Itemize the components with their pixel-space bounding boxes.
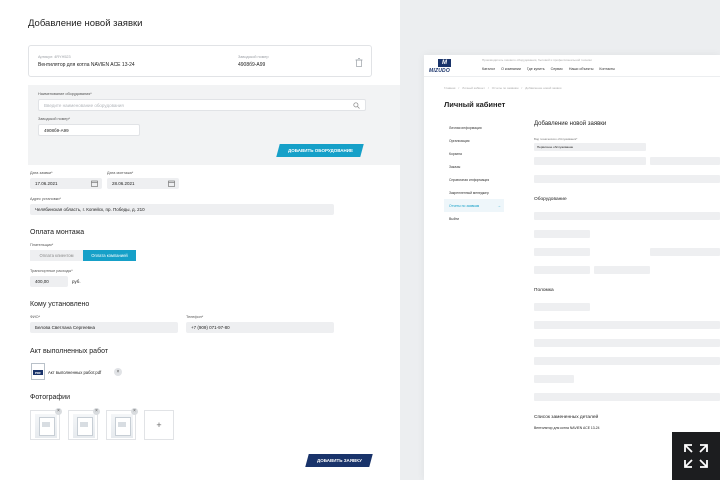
- phone-input[interactable]: +7 (909) 071-97-80: [186, 322, 334, 333]
- menu-item[interactable]: Организация: [444, 134, 504, 147]
- add-photo-button[interactable]: +: [144, 410, 174, 440]
- payer-label: Плательщик*: [30, 243, 54, 247]
- remove-photo-icon[interactable]: ×: [93, 408, 100, 415]
- transport-input[interactable]: 400,00: [30, 276, 68, 287]
- product-name: Вентилятор для котла NAVIEN ACE 13-24: [38, 61, 135, 68]
- page-title: Добавление новой заявки: [28, 18, 143, 29]
- section-replaced-parts: Список замененных деталей: [534, 415, 599, 420]
- pay-client-option[interactable]: Оплата клиентом: [30, 250, 83, 261]
- install-date-label: Дата монтажа*: [107, 171, 134, 175]
- nav-about[interactable]: О компании: [501, 67, 521, 71]
- add-equipment-button[interactable]: ДОБАВИТЬ ОБОРУДОВАНИЕ: [276, 144, 364, 157]
- mini-field[interactable]: [594, 266, 650, 274]
- equipment-block: Наименование оборудования* Введите наиме…: [28, 85, 400, 165]
- menu-item-active[interactable]: Отчеты по заявкам: [444, 199, 504, 212]
- mini-form-title: Добавление новой заявки: [534, 121, 607, 127]
- type-select[interactable]: Первичное обслуживание: [534, 143, 646, 151]
- equipment-serial-input[interactable]: 4908б9-А99: [38, 124, 140, 136]
- mini-field[interactable]: [534, 303, 590, 311]
- mini-field[interactable]: [534, 339, 720, 347]
- mini-field[interactable]: [650, 157, 720, 165]
- article-label: Артикул: 4RYH523: [38, 54, 71, 59]
- boiler-image: [35, 414, 57, 438]
- menu-item[interactable]: Корзина: [444, 147, 504, 160]
- equipment-serial-label: Заводской номер*: [38, 117, 71, 121]
- mini-field[interactable]: [534, 248, 590, 256]
- menu-item[interactable]: Справочная информация: [444, 173, 504, 186]
- mini-field[interactable]: [534, 212, 720, 220]
- calendar-icon[interactable]: [168, 180, 175, 187]
- currency-label: руб.: [72, 279, 81, 284]
- transport-label: Транспортные расходы*: [30, 269, 73, 273]
- menu-item[interactable]: Личная информация: [444, 121, 504, 134]
- expand-icon: [684, 444, 708, 468]
- section-breakdown: Поломка: [534, 288, 554, 293]
- mini-field[interactable]: [534, 375, 574, 383]
- site-preview: M MIZUDO Производитель газового оборудов…: [424, 55, 720, 480]
- act-title: Акт выполненных работ: [30, 348, 109, 355]
- serial-label: Заводской номер: [238, 54, 269, 59]
- mini-field[interactable]: [534, 175, 720, 183]
- payer-toggle: Оплата клиентом Оплата компанией: [30, 250, 136, 261]
- address-input[interactable]: Челябинская область, г. Копейск, пр. Поб…: [30, 204, 334, 215]
- mini-field[interactable]: [534, 393, 720, 401]
- menu-item[interactable]: Заказы: [444, 160, 504, 173]
- mizudo-logo[interactable]: M MIZUDO: [429, 59, 463, 75]
- product-card: Артикул: 4RYH523 Вентилятор для котла NA…: [28, 45, 372, 77]
- mini-field[interactable]: [650, 248, 720, 256]
- pdf-file-icon[interactable]: PDF: [31, 363, 45, 380]
- pay-company-option[interactable]: Оплата компанией: [83, 250, 136, 261]
- submit-request-button[interactable]: ДОБАВИТЬ ЗАЯВКУ: [305, 454, 373, 467]
- search-icon[interactable]: [353, 102, 360, 109]
- request-form-panel: Добавление новой заявки Артикул: 4RYH523…: [0, 0, 400, 480]
- request-date-label: Дата заявки*: [30, 171, 53, 175]
- photos-title: Фотографии: [30, 394, 71, 401]
- fio-input[interactable]: Белова Светлана Сергеевна: [30, 322, 178, 333]
- nav-where-to-buy[interactable]: Где купить: [527, 67, 545, 71]
- request-date-input[interactable]: 17.06.2021: [30, 178, 102, 189]
- mini-field[interactable]: [534, 357, 720, 365]
- mini-field[interactable]: [534, 321, 720, 329]
- nav-contacts[interactable]: Контакты: [599, 67, 615, 71]
- boiler-image: [111, 414, 133, 438]
- nav-catalog[interactable]: Каталог: [482, 67, 495, 71]
- menu-item[interactable]: Закрепленный менеджер: [444, 186, 504, 199]
- install-date-input[interactable]: 28.06.2021: [107, 178, 179, 189]
- section-equipment: Оборудование: [534, 197, 567, 202]
- address-label: Адрес установки*: [30, 197, 61, 201]
- top-nav: Каталог О компании Где купить Сервис Наш…: [482, 67, 615, 71]
- nav-service[interactable]: Сервис: [551, 67, 563, 71]
- equipment-name-input[interactable]: Введите наименование оборудования: [38, 99, 366, 111]
- site-header: M MIZUDO Производитель газового оборудов…: [424, 55, 720, 77]
- calendar-icon[interactable]: [91, 180, 98, 187]
- payment-title: Оплата монтажа: [30, 229, 85, 236]
- photo-thumbnail[interactable]: ×: [68, 408, 100, 440]
- serial-value: 4908б9-А99: [238, 61, 266, 68]
- replaced-item-name: Вентилятор для котла NAVIEN ACE 13-24: [534, 426, 600, 430]
- remove-photo-icon[interactable]: ×: [131, 408, 138, 415]
- nav-objects[interactable]: Наши объекты: [569, 67, 594, 71]
- mini-field[interactable]: [534, 230, 590, 238]
- cabinet-menu: Личная информация Организация Корзина За…: [444, 121, 504, 225]
- fullscreen-button[interactable]: [672, 432, 720, 480]
- act-file-name[interactable]: Акт выполненных работ.pdf: [48, 370, 101, 375]
- site-tagline: Производитель газового оборудования, быт…: [482, 58, 592, 62]
- fio-label: ФИО*: [30, 315, 41, 319]
- trash-icon[interactable]: [355, 58, 363, 67]
- breadcrumb: Главная / Личный кабинет / Отчеты по заявк…: [444, 86, 562, 90]
- remove-photo-icon[interactable]: ×: [55, 408, 62, 415]
- equipment-name-label: Наименование оборудования*: [38, 92, 92, 96]
- mini-form: Добавление новой заявки Вид технического…: [534, 121, 720, 430]
- remove-file-icon[interactable]: ×: [114, 368, 122, 376]
- phone-label: Телефон*: [186, 315, 204, 319]
- type-label: Вид технического обслуживания*: [534, 137, 578, 141]
- photo-thumbnail[interactable]: ×: [106, 408, 138, 440]
- cabinet-title: Личный кабинет: [444, 100, 506, 109]
- menu-item[interactable]: Выйти: [444, 212, 504, 225]
- installed-for-title: Кому установлено: [30, 301, 90, 308]
- photo-thumbnail[interactable]: ×: [30, 408, 62, 440]
- mini-field[interactable]: [534, 266, 590, 274]
- boiler-image: [73, 414, 95, 438]
- mini-field[interactable]: [534, 157, 646, 165]
